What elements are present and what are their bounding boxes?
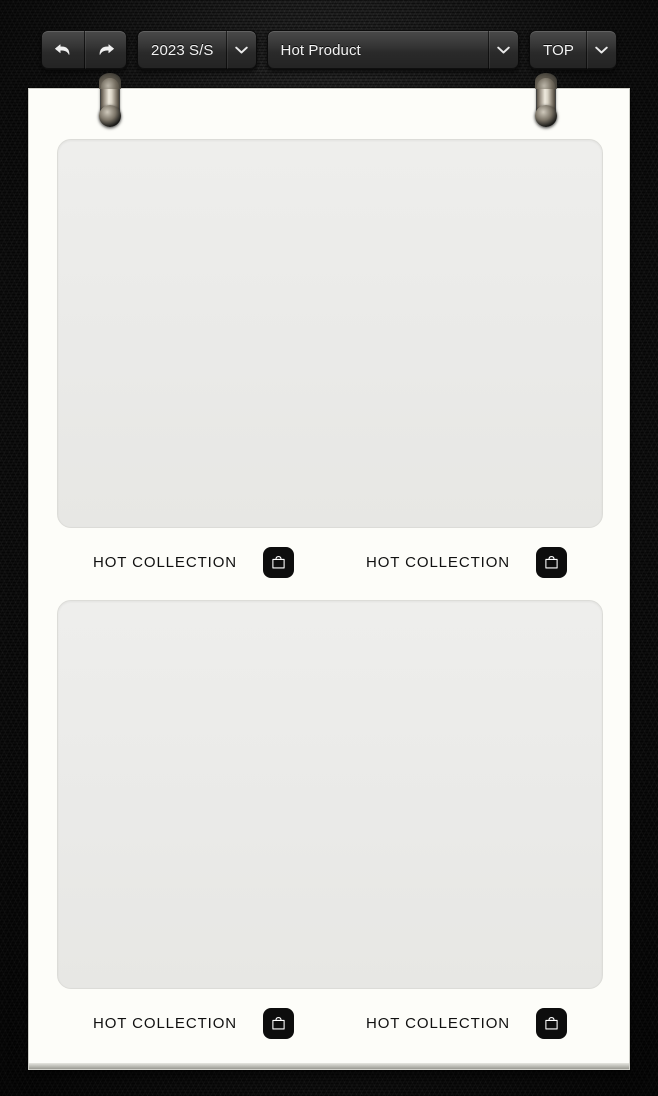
undo-arrow-icon	[54, 44, 70, 55]
chevron-down-icon	[497, 46, 510, 54]
collection-label: HOT COLLECTION	[365, 553, 510, 571]
chevron-down-icon	[595, 46, 608, 54]
category-select-caret[interactable]	[488, 31, 518, 69]
caption-cell: HOT COLLECTION	[330, 546, 603, 578]
chevron-down-icon	[234, 46, 248, 54]
binder-pin-left	[99, 73, 121, 127]
season-select-value: 2023 S/S	[151, 41, 214, 59]
redo-arrow-icon	[99, 44, 114, 55]
collection-label: HOT COLLECTION	[365, 1014, 510, 1032]
season-select[interactable]: 2023 S/S	[137, 30, 257, 70]
undo-button[interactable]	[42, 31, 84, 69]
position-select-caret[interactable]	[586, 31, 616, 69]
app-window: 2023 S/S Hot Product TOP HOT COLLECTION …	[0, 0, 658, 1096]
collection-label: HOT COLLECTION	[92, 1014, 237, 1032]
position-select[interactable]: TOP	[529, 30, 617, 70]
category-select[interactable]: Hot Product	[266, 30, 520, 70]
collection-label: HOT COLLECTION	[92, 553, 237, 571]
lookbook-page: HOT COLLECTION HOT COLLECTION HOT COLLEC…	[28, 88, 630, 1070]
lookbook-block: HOT COLLECTION HOT COLLECTION	[57, 139, 603, 582]
media-placeholder[interactable]	[57, 139, 603, 528]
media-placeholder[interactable]	[57, 600, 603, 989]
shopping-bag-icon	[545, 1016, 558, 1029]
redo-button[interactable]	[84, 31, 126, 69]
shopping-bag-button[interactable]	[536, 1007, 567, 1039]
caption-cell: HOT COLLECTION	[57, 546, 330, 578]
shopping-bag-button[interactable]	[263, 546, 294, 578]
binder-pin-right	[535, 73, 557, 127]
history-button-group	[41, 30, 127, 70]
shopping-bag-icon	[545, 555, 558, 568]
caption-cell: HOT COLLECTION	[330, 1007, 603, 1039]
position-select-value: TOP	[543, 41, 574, 59]
season-select-caret[interactable]	[225, 31, 256, 69]
shopping-bag-icon	[272, 1016, 285, 1029]
toolbar: 2023 S/S Hot Product TOP	[0, 28, 658, 72]
caption-cell: HOT COLLECTION	[57, 1007, 330, 1039]
caption-row: HOT COLLECTION HOT COLLECTION	[57, 542, 603, 582]
caption-row: HOT COLLECTION HOT COLLECTION	[57, 1003, 603, 1043]
lookbook-block: HOT COLLECTION HOT COLLECTION	[57, 600, 603, 1043]
page-sheet: HOT COLLECTION HOT COLLECTION HOT COLLEC…	[29, 89, 629, 1069]
shopping-bag-icon	[272, 555, 285, 568]
shopping-bag-button[interactable]	[536, 546, 567, 578]
category-select-value: Hot Product	[280, 41, 361, 59]
shopping-bag-button[interactable]	[263, 1007, 294, 1039]
